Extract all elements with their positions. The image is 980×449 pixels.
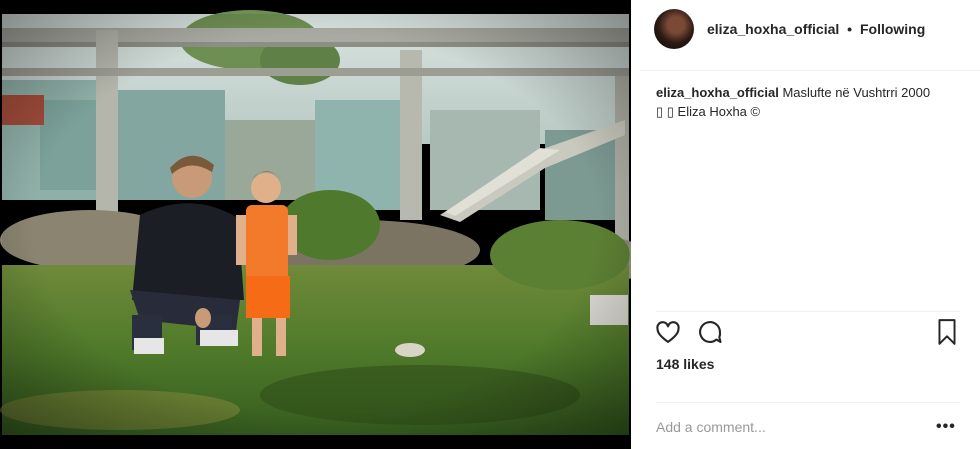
- header-divider: [640, 70, 980, 71]
- separator-dot: •: [847, 21, 853, 37]
- comment-bubble-icon[interactable]: [696, 318, 724, 351]
- post-photo[interactable]: [0, 0, 631, 449]
- following-button[interactable]: Following: [860, 21, 925, 37]
- likes-count[interactable]: 148 likes: [656, 356, 714, 372]
- caption-text: Maslufte në Vushtrri 2000: [782, 85, 931, 100]
- more-options-icon[interactable]: •••: [936, 418, 956, 436]
- actions-divider: [656, 311, 960, 312]
- caption-username-link[interactable]: eliza_hoxha_official: [656, 85, 779, 100]
- comment-divider: [656, 402, 960, 403]
- username-link[interactable]: eliza_hoxha_official: [707, 21, 839, 37]
- heart-icon[interactable]: [654, 318, 682, 351]
- caption-credit: ▯ ▯ Eliza Hoxha ©: [656, 104, 761, 119]
- post-sidebar: eliza_hoxha_official • Following eliza_h…: [640, 0, 980, 449]
- bookmark-icon[interactable]: [934, 318, 960, 351]
- profile-avatar[interactable]: [654, 9, 694, 49]
- instagram-post-view: eliza_hoxha_official • Following eliza_h…: [0, 0, 980, 449]
- comment-input[interactable]: [656, 419, 926, 435]
- header-text: eliza_hoxha_official • Following: [707, 21, 925, 37]
- photo-image: [0, 0, 631, 449]
- post-caption: eliza_hoxha_official Maslufte në Vushtrr…: [656, 83, 971, 121]
- action-bar: [654, 318, 964, 348]
- post-header: eliza_hoxha_official • Following: [654, 8, 925, 50]
